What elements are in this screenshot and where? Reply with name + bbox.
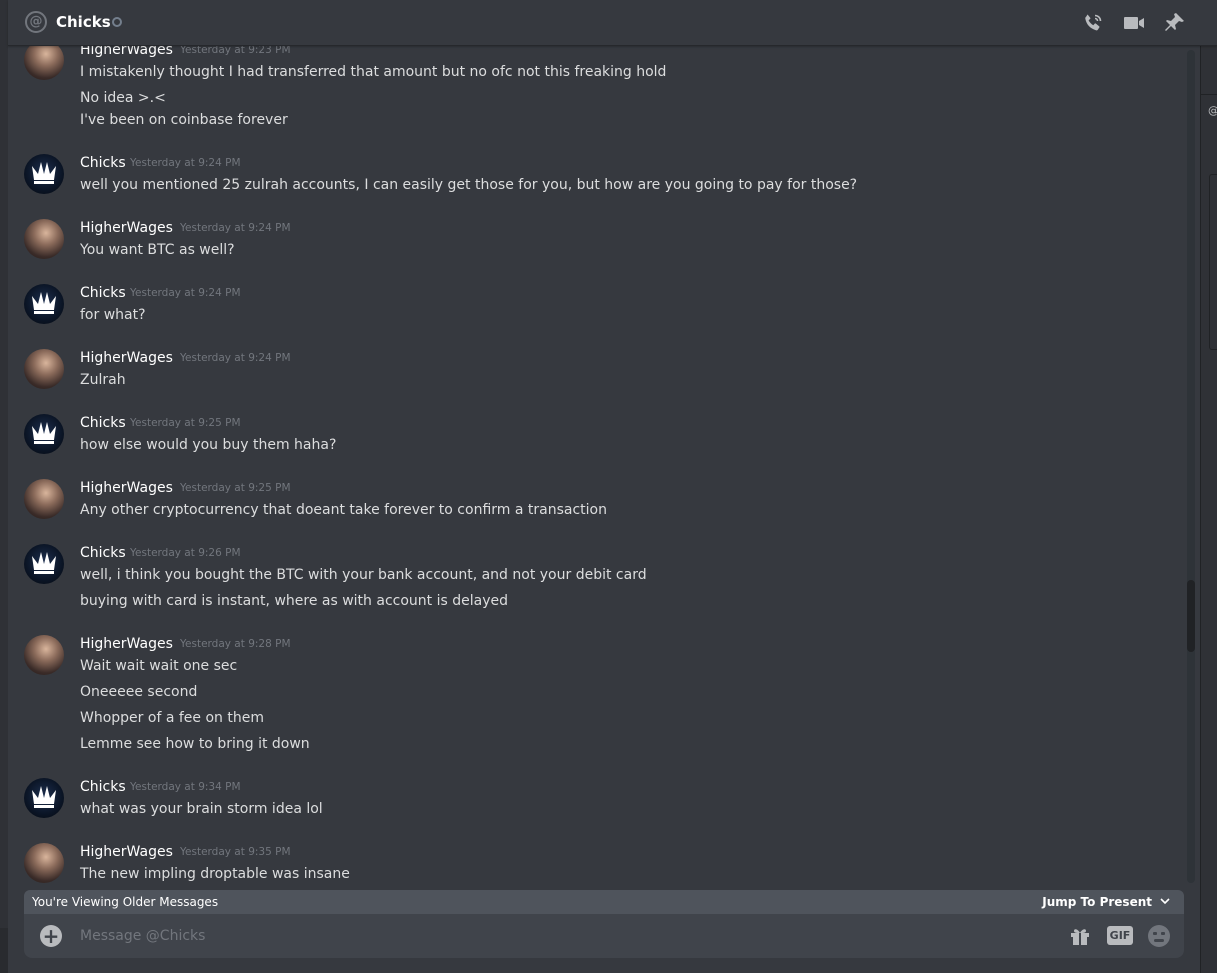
left-edge <box>0 0 8 973</box>
message-text: I've been on coinbase forever <box>80 112 288 128</box>
message-text: buying with card is instant, where as wi… <box>80 593 508 609</box>
avatar[interactable] <box>24 479 64 519</box>
panel-at-label: @ <box>1208 104 1217 117</box>
avatar[interactable] <box>24 544 64 584</box>
message-text: how else would you buy them haha? <box>80 437 337 453</box>
message-text: I mistakenly thought I had transferred t… <box>80 64 667 80</box>
username[interactable]: HigherWages <box>80 350 173 366</box>
left-edge-notch <box>0 928 8 973</box>
channel-title: Chicks <box>56 13 111 31</box>
username[interactable]: HigherWages <box>80 46 173 58</box>
message-text: The new impling droptable was insane <box>80 866 350 882</box>
username[interactable]: HigherWages <box>80 480 173 496</box>
username[interactable]: HigherWages <box>80 636 173 652</box>
message-text: Whopper of a fee on them <box>80 710 264 726</box>
jump-to-present-button[interactable]: Jump To Present <box>1042 895 1152 909</box>
crown-icon <box>32 552 56 574</box>
timestamp: Yesterday at 9:25 PM <box>130 417 241 429</box>
video-call-icon[interactable] <box>1122 11 1146 35</box>
avatar[interactable] <box>24 843 64 883</box>
timestamp: Yesterday at 9:23 PM <box>180 46 291 56</box>
member-panel-edge: @ <box>1200 46 1217 973</box>
timestamp: Yesterday at 9:24 PM <box>130 157 241 169</box>
upload-plus-icon[interactable]: + <box>40 925 62 947</box>
emoji-icon[interactable] <box>1148 925 1170 947</box>
voice-call-icon[interactable] <box>1081 11 1105 35</box>
message-text: Zulrah <box>80 372 126 388</box>
gif-button[interactable]: GIF <box>1107 926 1133 945</box>
avatar[interactable] <box>24 778 64 818</box>
timestamp: Yesterday at 9:34 PM <box>130 781 241 793</box>
crown-icon <box>32 162 56 184</box>
avatar[interactable] <box>24 349 64 389</box>
scrollbar-thumb[interactable] <box>1187 580 1195 652</box>
message-text: Any other cryptocurrency that doeant tak… <box>80 502 607 518</box>
avatar[interactable] <box>24 284 64 324</box>
timestamp: Yesterday at 9:24 PM <box>130 287 241 299</box>
username[interactable]: Chicks <box>80 285 126 301</box>
username[interactable]: HigherWages <box>80 220 173 236</box>
crown-icon <box>32 422 56 444</box>
message-text: for what? <box>80 307 146 323</box>
message-text: what was your brain storm idea lol <box>80 801 323 817</box>
crown-icon <box>32 786 56 808</box>
message-text: No idea >.< <box>80 90 166 106</box>
gift-icon[interactable] <box>1069 925 1091 947</box>
channel-header: @ Chicks <box>8 0 1217 46</box>
message-list: HigherWages Yesterday at 9:23 PM I mista… <box>8 46 1183 886</box>
username[interactable]: Chicks <box>80 779 126 795</box>
timestamp: Yesterday at 9:25 PM <box>180 482 291 494</box>
avatar[interactable] <box>24 46 64 80</box>
crown-icon <box>32 292 56 314</box>
message-composer: + GIF <box>24 914 1184 958</box>
message-text: You want BTC as well? <box>80 242 235 258</box>
message-input[interactable] <box>80 926 980 946</box>
panel-divider <box>1201 94 1217 95</box>
timestamp: Yesterday at 9:28 PM <box>180 638 291 650</box>
older-messages-bar: You're Viewing Older Messages Jump To Pr… <box>24 890 1184 914</box>
panel-card <box>1209 174 1217 350</box>
timestamp: Yesterday at 9:35 PM <box>180 846 291 858</box>
message-text: Wait wait wait one sec <box>80 658 238 674</box>
avatar[interactable] <box>24 154 64 194</box>
older-messages-text: You're Viewing Older Messages <box>32 895 219 909</box>
at-sign-icon: @ <box>25 11 47 33</box>
message-text: Oneeeee second <box>80 684 198 700</box>
username[interactable]: Chicks <box>80 545 126 561</box>
message-text: well, i think you bought the BTC with yo… <box>80 567 647 583</box>
timestamp: Yesterday at 9:24 PM <box>180 352 291 364</box>
username[interactable]: HigherWages <box>80 844 173 860</box>
message-text: well you mentioned 25 zulrah accounts, I… <box>80 177 858 193</box>
pin-icon[interactable] <box>1162 11 1186 35</box>
username[interactable]: Chicks <box>80 415 126 431</box>
username[interactable]: Chicks <box>80 155 126 171</box>
avatar[interactable] <box>24 414 64 454</box>
chevron-down-icon[interactable] <box>1158 894 1172 908</box>
timestamp: Yesterday at 9:26 PM <box>130 547 241 559</box>
scrollbar-track[interactable] <box>1187 50 1195 883</box>
status-indicator-icon <box>112 17 122 27</box>
timestamp: Yesterday at 9:24 PM <box>180 222 291 234</box>
avatar[interactable] <box>24 635 64 675</box>
message-text: Lemme see how to bring it down <box>80 736 310 752</box>
avatar[interactable] <box>24 219 64 259</box>
